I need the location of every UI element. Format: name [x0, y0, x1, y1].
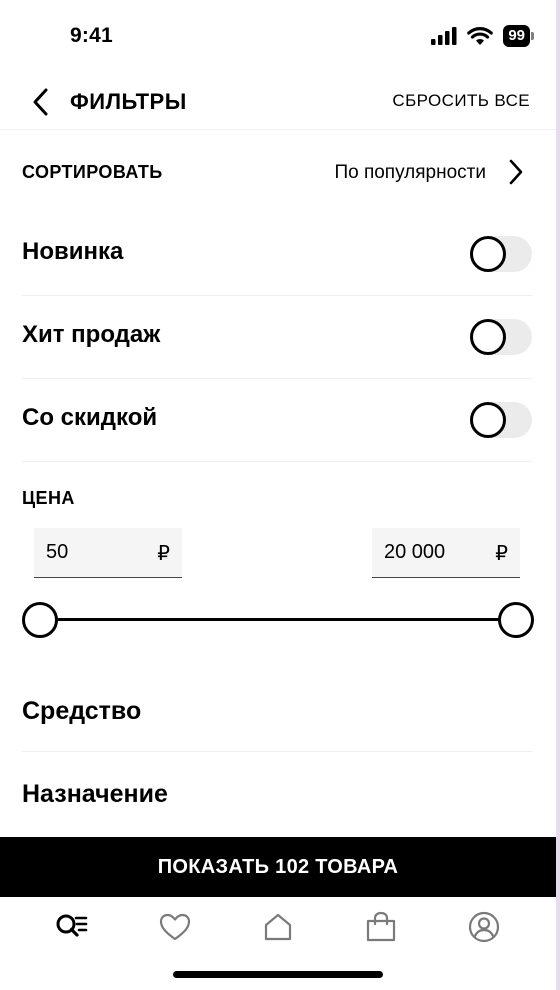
show-products-button[interactable]: ПОКАЗАТЬ 102 ТОВАРА — [0, 837, 556, 897]
section-row-product-type[interactable]: Средство — [22, 670, 532, 752]
battery-icon: 99 — [503, 25, 534, 47]
section-row-purpose[interactable]: Назначение — [22, 753, 532, 835]
currency-symbol: ₽ — [157, 543, 170, 565]
toggle-new[interactable] — [470, 236, 532, 272]
home-indicator — [173, 971, 383, 978]
tab-home[interactable] — [250, 902, 306, 952]
status-bar: 9:41 99 — [0, 0, 556, 76]
section-label-product-type: Средство — [22, 697, 142, 725]
heart-icon — [159, 913, 190, 941]
price-min-input[interactable] — [46, 541, 146, 564]
section-label-purpose: Назначение — [22, 780, 168, 808]
screen-edge — [556, 0, 560, 990]
chevron-left-icon — [33, 88, 48, 116]
price-max-input[interactable] — [384, 541, 484, 564]
wifi-icon — [467, 26, 494, 45]
toggle-knob — [470, 402, 506, 438]
tab-search[interactable] — [44, 902, 100, 952]
home-icon — [264, 913, 292, 941]
chevron-right-icon — [509, 159, 523, 185]
battery-level: 99 — [503, 25, 530, 47]
filter-label-bestseller: Хит продаж — [22, 321, 161, 348]
currency-symbol: ₽ — [495, 543, 508, 565]
filter-label-discount: Со скидкой — [22, 404, 158, 431]
profile-icon — [469, 911, 500, 943]
tab-cart[interactable] — [353, 902, 409, 952]
battery-cap — [531, 32, 534, 40]
price-range-slider[interactable] — [22, 600, 534, 640]
tab-favorites[interactable] — [147, 902, 203, 952]
page-title: ФИЛЬТРЫ — [70, 89, 187, 114]
toggle-bestseller[interactable] — [470, 319, 532, 355]
header: ФИЛЬТРЫ СБРОСИТЬ ВСЕ — [0, 76, 556, 130]
search-list-icon — [56, 914, 87, 937]
filter-row-discount: Со скидкой — [22, 380, 532, 462]
filter-row-new: Новинка — [22, 214, 532, 296]
reset-all-button[interactable]: СБРОСИТЬ ВСЕ — [392, 91, 530, 111]
back-button[interactable] — [28, 86, 54, 118]
status-icons: 99 — [431, 25, 534, 47]
tab-profile[interactable] — [456, 902, 512, 952]
slider-thumb-max[interactable] — [498, 602, 534, 638]
shopping-bag-icon — [367, 911, 396, 942]
status-time: 9:41 — [70, 24, 113, 47]
sort-label: СОРТИРОВАТЬ — [22, 162, 163, 182]
tab-bar — [0, 897, 556, 957]
toggle-discount[interactable] — [470, 402, 532, 438]
toggle-knob — [470, 236, 506, 272]
price-max-field[interactable]: ₽ — [372, 528, 520, 578]
sort-value: По популярности — [334, 162, 486, 183]
filter-label-new: Новинка — [22, 238, 124, 265]
price-label: ЦЕНА — [22, 488, 75, 508]
price-min-field[interactable]: ₽ — [34, 528, 182, 578]
toggle-knob — [470, 319, 506, 355]
slider-track — [40, 618, 516, 621]
signal-icon — [431, 27, 457, 45]
slider-thumb-min[interactable] — [22, 602, 58, 638]
filter-row-bestseller: Хит продаж — [22, 297, 532, 379]
sort-row[interactable]: СОРТИРОВАТЬ По популярности — [22, 140, 534, 204]
